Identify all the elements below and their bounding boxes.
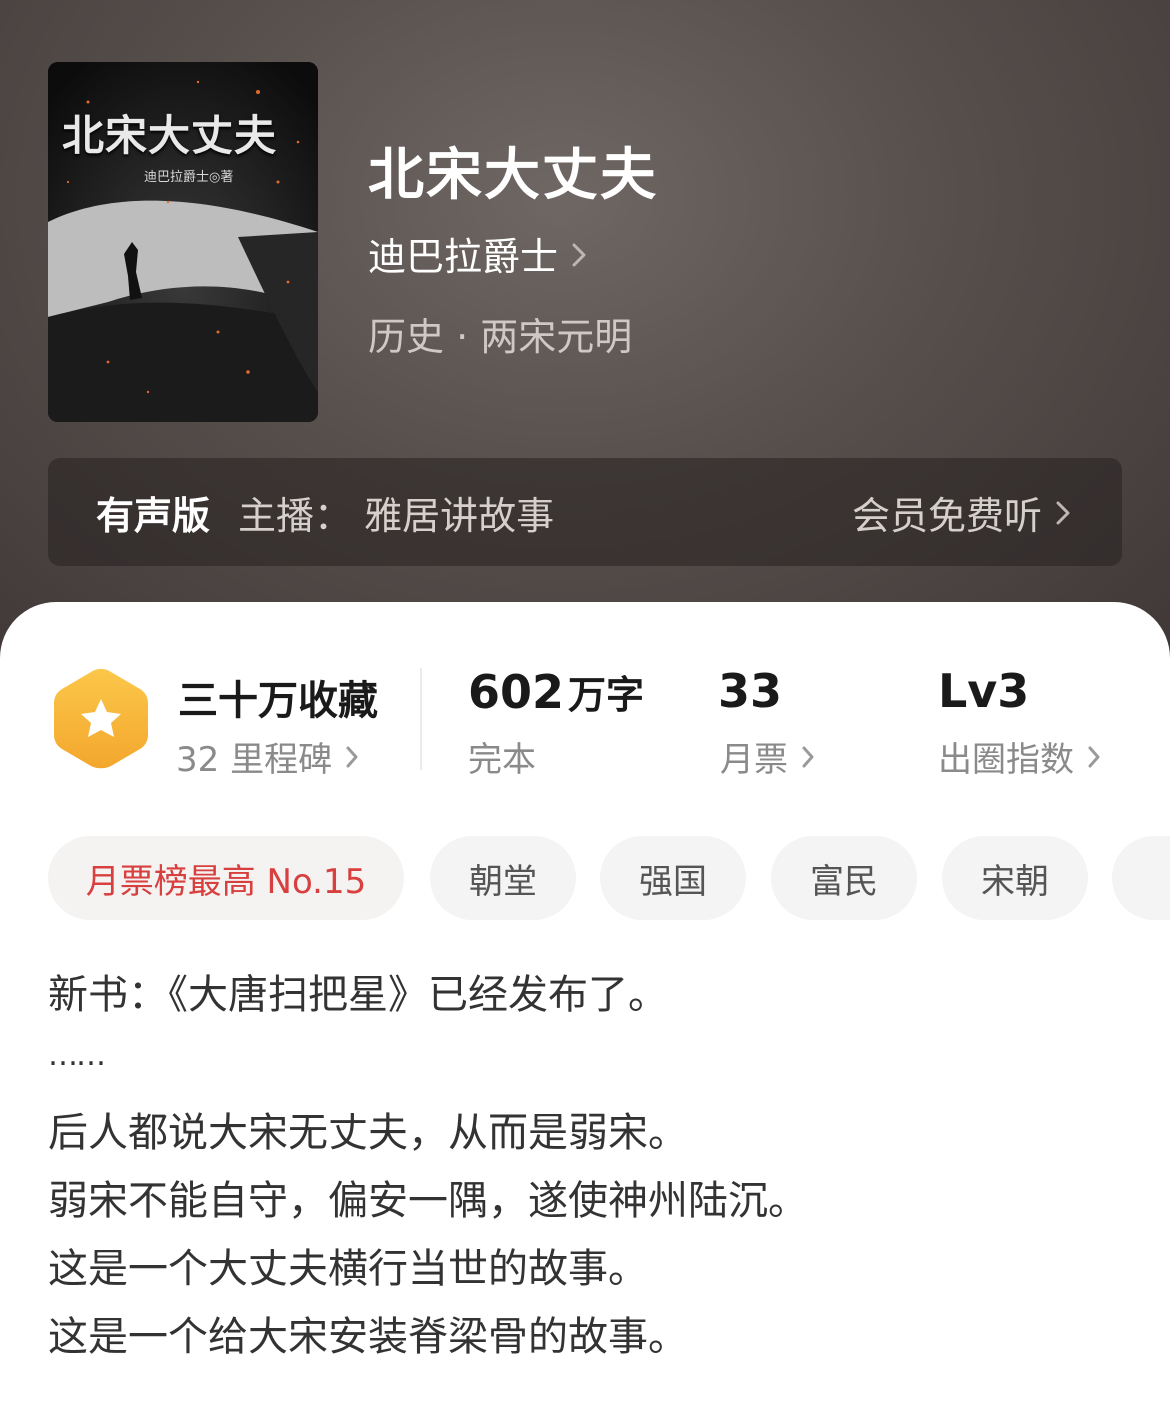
popularity-index-link[interactable]: 出圈指数 bbox=[938, 732, 1100, 781]
status-text: 完本 bbox=[468, 740, 536, 780]
description-line: …… bbox=[48, 1038, 106, 1073]
description-line: 新书：《大唐扫把星》已经发布了。 bbox=[48, 972, 668, 1018]
book-title: 北宋大丈夫 bbox=[368, 143, 658, 208]
milestone-label: 32 里程碑 bbox=[176, 740, 333, 780]
tag-rank[interactable]: 月票榜最高 No.15 bbox=[48, 836, 404, 920]
chevron-right-icon bbox=[1088, 737, 1100, 777]
description-line: 这是一个大丈夫横行当世的故事。 bbox=[48, 1246, 648, 1292]
word-count-number: 602 bbox=[468, 665, 565, 719]
cover-title: 北宋大丈夫 bbox=[62, 111, 278, 160]
tag-item[interactable]: 富民 bbox=[771, 836, 917, 920]
tag-item[interactable]: 宋朝 bbox=[942, 836, 1088, 920]
star-badge-icon[interactable] bbox=[52, 665, 150, 777]
author-link[interactable]: 迪巴拉爵士 bbox=[368, 226, 586, 281]
popularity-index-label: 出圈指数 bbox=[938, 740, 1074, 780]
chevron-right-icon bbox=[802, 737, 814, 777]
popularity-level: Lv3 bbox=[938, 664, 1030, 718]
book-header: 北宋大丈夫 迪巴拉爵士◎著 北宋大丈夫 迪巴拉爵士 历史 · 两宋元明 有声版 … bbox=[0, 0, 1170, 660]
stats-divider bbox=[420, 668, 422, 770]
genre-label[interactable]: 历史 · 两宋元明 bbox=[368, 306, 632, 361]
description-line: 弱宋不能自守，偏安一隅，遂使神州陆沉。 bbox=[48, 1178, 808, 1224]
audio-tag: 有声版 bbox=[96, 493, 211, 538]
monthly-votes-link[interactable]: 月票 bbox=[720, 732, 814, 781]
audio-host: 主播： 雅居讲故事 bbox=[238, 493, 555, 538]
description-line: 后人都说大宋无丈夫，从而是弱宋。 bbox=[48, 1110, 688, 1156]
tag-item[interactable]: 强国 bbox=[600, 836, 746, 920]
cover-author: 迪巴拉爵士◎著 bbox=[144, 170, 234, 185]
book-cover[interactable]: 北宋大丈夫 迪巴拉爵士◎著 bbox=[48, 62, 318, 422]
chevron-right-icon bbox=[346, 737, 358, 777]
word-count-unit: 万字 bbox=[568, 673, 645, 717]
chevron-right-icon bbox=[1056, 490, 1070, 534]
monthly-votes-label: 月票 bbox=[720, 740, 788, 780]
tag-item-overflow[interactable] bbox=[1112, 836, 1170, 920]
status-label: 完本 bbox=[468, 732, 536, 781]
monthly-votes-count: 33 bbox=[718, 664, 783, 718]
chevron-right-icon bbox=[572, 232, 586, 276]
word-count: 602 万字 bbox=[468, 664, 644, 719]
collect-count: 三十万收藏 bbox=[178, 678, 378, 724]
milestone-link[interactable]: 32 里程碑 bbox=[176, 732, 358, 781]
free-listen-button[interactable]: 会员免费听 bbox=[852, 458, 1070, 566]
description-line: 这是一个给大宋安装脊梁骨的故事。 bbox=[48, 1314, 688, 1360]
audio-version-bar[interactable]: 有声版 主播： 雅居讲故事 会员免费听 bbox=[48, 458, 1122, 566]
free-listen-label: 会员免费听 bbox=[851, 493, 1042, 538]
author-name: 迪巴拉爵士 bbox=[368, 235, 559, 279]
tag-list: 月票榜最高 No.15 朝堂 强国 富民 宋朝 bbox=[48, 836, 1170, 920]
tag-item[interactable]: 朝堂 bbox=[430, 836, 576, 920]
